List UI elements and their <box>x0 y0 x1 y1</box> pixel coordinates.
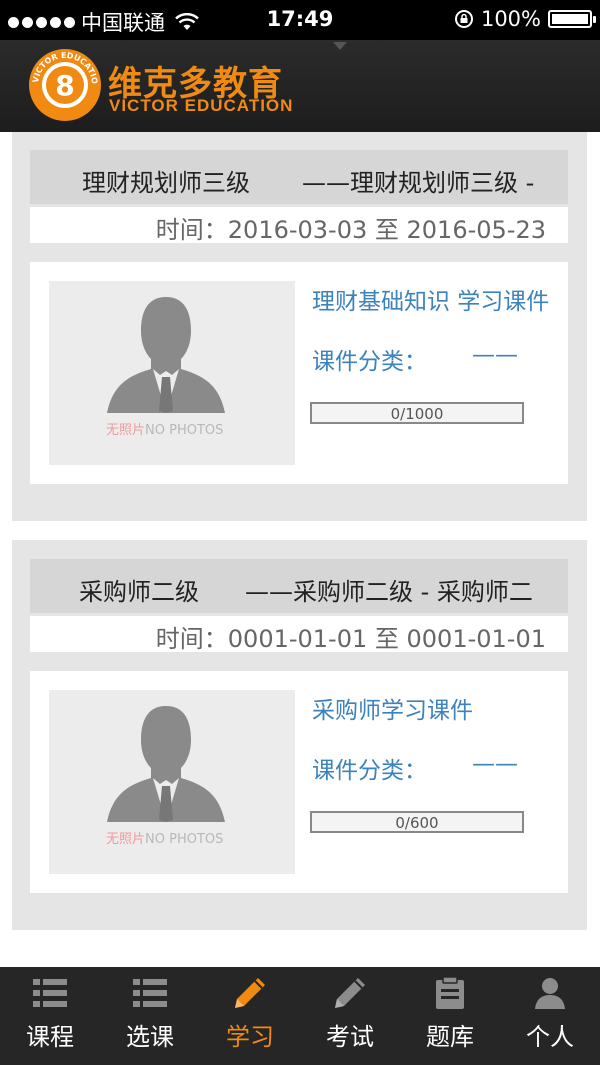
pencil-icon <box>335 978 365 1008</box>
course-subtitle: ——理财规划师三级 - <box>302 169 535 197</box>
course-time: 时间：0001-01-01 至 0001-01-01 <box>155 625 546 652</box>
category-value: —— <box>472 751 518 777</box>
tab-label: 课程 <box>26 1023 74 1051</box>
tab-label: 学习 <box>226 1023 274 1051</box>
tab-exam[interactable]: 考试 <box>300 967 400 1065</box>
tab-label: 题库 <box>426 1023 474 1051</box>
progress-text: 0/600 <box>395 814 439 832</box>
course-time: 时间：2016-03-03 至 2016-05-23 <box>155 216 546 243</box>
clipboard-icon <box>436 976 464 1009</box>
courseware-item[interactable]: 无照片NO PHOTOS 采购师学习课件 课件分类： —— 0/600 <box>30 671 568 893</box>
logo-badge-icon: 8 VICTOR EDUCATION <box>28 48 101 121</box>
courseware-category: 课件分类： —— <box>312 342 518 376</box>
tab-label: 选课 <box>126 1023 174 1051</box>
courseware-item[interactable]: 无照片NO PHOTOS 理财基础知识 学习课件 课件分类： —— 0/1000 <box>30 262 568 484</box>
person-icon <box>535 978 565 1009</box>
courseware-photo: 无照片NO PHOTOS <box>49 281 295 465</box>
tab-label: 考试 <box>326 1023 374 1051</box>
list-icon <box>133 979 167 1007</box>
category-value: —— <box>472 342 518 368</box>
course-card[interactable]: 采购师二级 ——采购师二级 - 采购师二 时间：0001-01-01 至 000… <box>12 540 587 930</box>
tab-courses[interactable]: 课程 <box>0 967 100 1065</box>
tab-label: 个人 <box>526 1023 574 1051</box>
courseware-name[interactable]: 采购师学习课件 <box>312 691 473 725</box>
course-time-row: 时间：2016-03-03 至 2016-05-23 <box>30 207 568 243</box>
course-title: 采购师二级 <box>79 578 199 606</box>
courseware-category: 课件分类： —— <box>312 751 518 785</box>
course-time-row: 时间：0001-01-01 至 0001-01-01 <box>30 616 568 652</box>
course-title: 理财规划师三级 <box>82 169 250 197</box>
brand-name-en: VICTOR EDUCATION <box>109 96 294 115</box>
battery-icon <box>548 10 596 28</box>
no-photo-caption: 无照片NO PHOTOS <box>106 832 224 847</box>
battery-percent: 100% <box>480 7 541 31</box>
svg-text:8: 8 <box>55 69 74 102</box>
tab-select-course[interactable]: 选课 <box>100 967 200 1065</box>
person-placeholder-icon <box>107 706 225 822</box>
progress-bar: 0/1000 <box>310 402 524 424</box>
course-card[interactable]: 理财规划师三级 ——理财规划师三级 - 时间：2016-03-03 至 2016… <box>12 132 587 521</box>
pull-down-handle[interactable] <box>333 42 347 50</box>
course-list[interactable]: 理财规划师三级 ——理财规划师三级 - 时间：2016-03-03 至 2016… <box>0 132 600 967</box>
course-title-bar: 采购师二级 ——采购师二级 - 采购师二 <box>30 559 568 613</box>
bottom-tab-bar: 课程 选课 学习 考试 题库 个人 <box>0 967 600 1065</box>
progress-text: 0/1000 <box>390 405 444 423</box>
pencil-icon <box>235 978 265 1008</box>
courseware-name[interactable]: 理财基础知识 学习课件 <box>312 282 549 316</box>
app-header: 8 VICTOR EDUCATION 维克多教育 VICTOR EDUCATIO… <box>0 40 600 132</box>
no-photo-caption: 无照片NO PHOTOS <box>106 423 224 438</box>
progress-bar: 0/600 <box>310 811 524 833</box>
course-subtitle: ——采购师二级 - 采购师二 <box>245 578 533 606</box>
category-label: 课件分类： <box>312 758 427 784</box>
tab-question-bank[interactable]: 题库 <box>400 967 500 1065</box>
courseware-photo: 无照片NO PHOTOS <box>49 690 295 874</box>
person-placeholder-icon <box>107 297 225 413</box>
category-label: 课件分类： <box>312 349 427 375</box>
course-title-bar: 理财规划师三级 ——理财规划师三级 - <box>30 150 568 204</box>
rotation-lock-icon <box>454 10 473 28</box>
tab-study[interactable]: 学习 <box>200 967 300 1065</box>
list-icon <box>33 979 67 1007</box>
tab-profile[interactable]: 个人 <box>500 967 600 1065</box>
status-bar: 中国联通 17:49 100% <box>0 0 600 40</box>
